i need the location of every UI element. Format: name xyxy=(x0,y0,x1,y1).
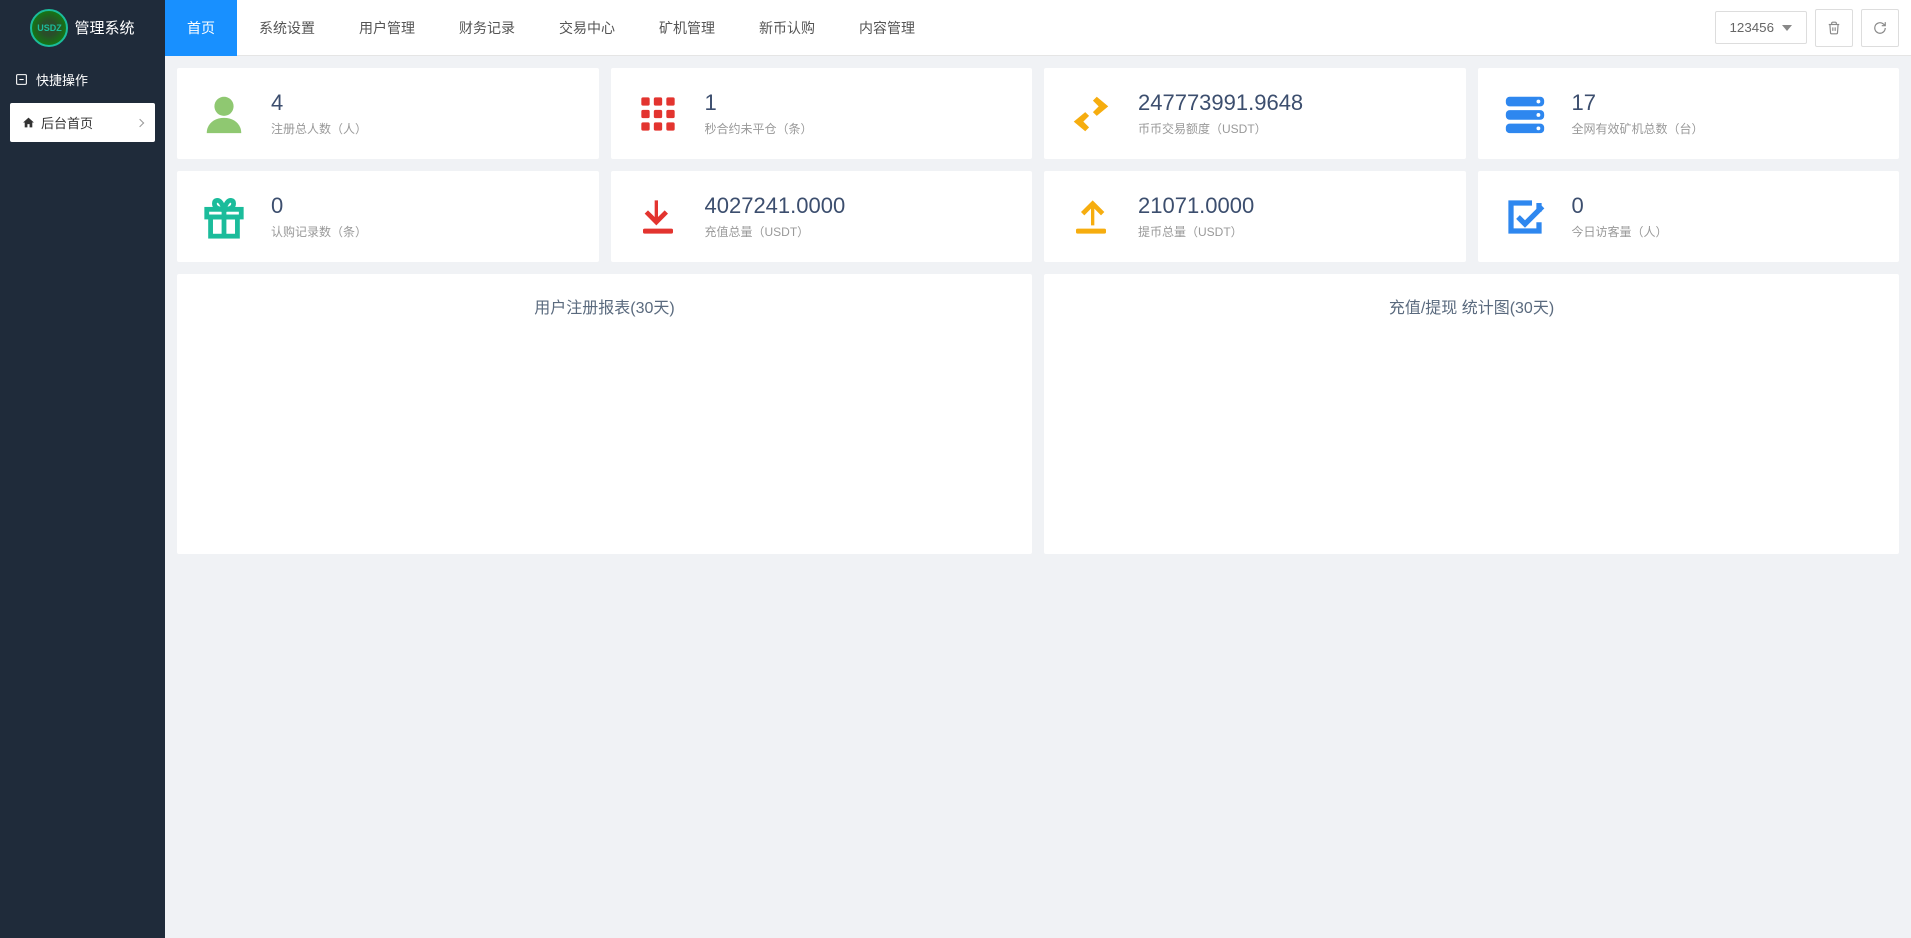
nav-item-6[interactable]: 新币认购 xyxy=(737,0,837,56)
sidebar-item-left: 后台首页 xyxy=(22,113,93,132)
nav-item-7[interactable]: 内容管理 xyxy=(837,0,937,56)
download-icon xyxy=(635,194,681,240)
logo-icon xyxy=(30,9,68,47)
card-info: 1 秒合约未平仓（条） xyxy=(705,90,813,137)
server-icon xyxy=(1502,91,1548,137)
card-label: 今日访客量（人） xyxy=(1572,223,1668,240)
refresh-button[interactable] xyxy=(1861,9,1899,47)
grid-icon xyxy=(635,91,681,137)
top-nav: 首页系统设置用户管理财务记录交易中心矿机管理新币认购内容管理 xyxy=(165,0,937,56)
card-value: 4 xyxy=(271,90,367,116)
chart-user-registration: 用户注册报表(30天) xyxy=(177,274,1032,554)
card-info: 4027241.0000 充值总量（USDT） xyxy=(705,193,846,240)
trash-icon xyxy=(1827,21,1841,35)
upload-icon xyxy=(1068,194,1114,240)
card-value: 4027241.0000 xyxy=(705,193,846,219)
card-info: 0 认购记录数（条） xyxy=(271,193,367,240)
chart-title-right: 充值/提现 统计图(30天) xyxy=(1064,294,1879,318)
sidebar-item-home[interactable]: 后台首页 xyxy=(10,103,155,142)
stat-card-2: 247773991.9648 币币交易额度（USDT） xyxy=(1044,68,1466,159)
sidebar: 快捷操作 后台首页 xyxy=(0,56,165,938)
card-info: 247773991.9648 币币交易额度（USDT） xyxy=(1138,90,1303,137)
card-value: 247773991.9648 xyxy=(1138,90,1303,116)
user-dropdown[interactable]: 123456 xyxy=(1715,11,1807,44)
card-info: 21071.0000 提币总量（USDT） xyxy=(1138,193,1254,240)
nav-item-3[interactable]: 财务记录 xyxy=(437,0,537,56)
stat-card-4: 0 认购记录数（条） xyxy=(177,171,599,262)
chart-title-left: 用户注册报表(30天) xyxy=(197,294,1012,318)
minus-square-icon xyxy=(15,73,28,86)
stat-card-7: 0 今日访客量（人） xyxy=(1478,171,1900,262)
stat-cards: 4 注册总人数（人） 1 秒合约未平仓（条） 247773991.9648 币币交易额度（… xyxy=(177,68,1899,262)
home-icon xyxy=(22,116,35,129)
nav-item-0[interactable]: 首页 xyxy=(165,0,237,56)
card-label: 认购记录数（条） xyxy=(271,223,367,240)
card-label: 注册总人数（人） xyxy=(271,120,367,137)
card-label: 币币交易额度（USDT） xyxy=(1138,120,1303,137)
card-label: 充值总量（USDT） xyxy=(705,223,846,240)
card-value: 0 xyxy=(1572,193,1668,219)
refresh-icon xyxy=(1873,21,1887,35)
stat-card-1: 1 秒合约未平仓（条） xyxy=(611,68,1033,159)
card-label: 秒合约未平仓（条） xyxy=(705,120,813,137)
stat-card-0: 4 注册总人数（人） xyxy=(177,68,599,159)
card-label: 全网有效矿机总数（台） xyxy=(1572,120,1704,137)
chevron-right-icon xyxy=(136,118,144,126)
caret-down-icon xyxy=(1782,25,1792,31)
sidebar-group-header[interactable]: 快捷操作 xyxy=(0,56,165,103)
sidebar-item-label: 后台首页 xyxy=(41,113,93,132)
chart-row: 用户注册报表(30天) 充值/提现 统计图(30天) xyxy=(177,274,1899,554)
header: 管理系统 首页系统设置用户管理财务记录交易中心矿机管理新币认购内容管理 1234… xyxy=(0,0,1911,56)
chart-deposit-withdraw: 充值/提现 统计图(30天) xyxy=(1044,274,1899,554)
stat-card-5: 4027241.0000 充值总量（USDT） xyxy=(611,171,1033,262)
exchange-icon xyxy=(1068,91,1114,137)
card-info: 17 全网有效矿机总数（台） xyxy=(1572,90,1704,137)
card-value: 0 xyxy=(271,193,367,219)
header-right: 123456 xyxy=(1715,9,1911,47)
nav-item-5[interactable]: 矿机管理 xyxy=(637,0,737,56)
user-icon xyxy=(201,91,247,137)
main-content: 4 注册总人数（人） 1 秒合约未平仓（条） 247773991.9648 币币交易额度（… xyxy=(165,56,1911,566)
card-value: 21071.0000 xyxy=(1138,193,1254,219)
user-name: 123456 xyxy=(1730,20,1774,35)
stat-card-3: 17 全网有效矿机总数（台） xyxy=(1478,68,1900,159)
card-info: 4 注册总人数（人） xyxy=(271,90,367,137)
brand-text: 管理系统 xyxy=(74,17,134,38)
sidebar-group-label: 快捷操作 xyxy=(36,70,88,89)
card-label: 提币总量（USDT） xyxy=(1138,223,1254,240)
check-icon xyxy=(1502,194,1548,240)
card-value: 1 xyxy=(705,90,813,116)
stat-card-6: 21071.0000 提币总量（USDT） xyxy=(1044,171,1466,262)
nav-item-2[interactable]: 用户管理 xyxy=(337,0,437,56)
trash-button[interactable] xyxy=(1815,9,1853,47)
gift-icon xyxy=(201,194,247,240)
card-info: 0 今日访客量（人） xyxy=(1572,193,1668,240)
nav-item-4[interactable]: 交易中心 xyxy=(537,0,637,56)
logo: 管理系统 xyxy=(0,0,165,56)
nav-item-1[interactable]: 系统设置 xyxy=(237,0,337,56)
card-value: 17 xyxy=(1572,90,1704,116)
